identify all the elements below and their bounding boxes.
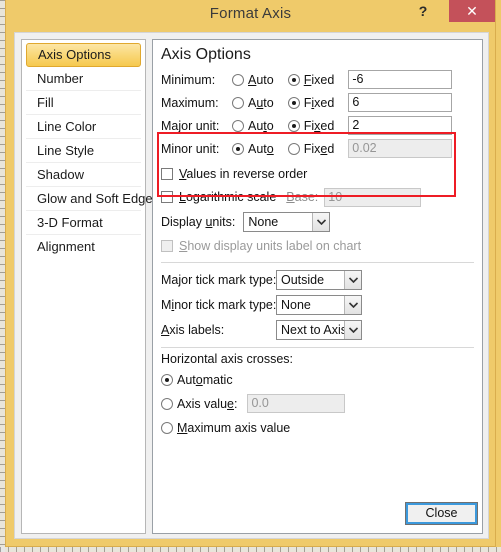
- row-values-reverse-order[interactable]: Values in reverse order: [161, 163, 474, 185]
- logarithmic-scale-checkbox[interactable]: [161, 191, 173, 203]
- minimum-auto-label[interactable]: Auto: [248, 73, 274, 87]
- sidebar-item-number[interactable]: Number: [26, 67, 141, 91]
- close-window-button[interactable]: ✕: [449, 0, 495, 22]
- minor-unit-value-input[interactable]: 0.02: [348, 139, 453, 158]
- row-major-tick-mark-type: Major tick mark type: Outside: [161, 267, 474, 292]
- minimum-fixed-label[interactable]: Fixed: [304, 73, 335, 87]
- row-major-unit: Major unit: Auto Fixed 2: [161, 114, 474, 137]
- crosses-maximum-axis-value-label[interactable]: Maximum axis value: [177, 421, 290, 435]
- major-unit-auto-radio[interactable]: [232, 119, 244, 132]
- close-button[interactable]: Close: [405, 502, 478, 525]
- major-unit-auto-label[interactable]: Auto: [248, 119, 274, 133]
- maximum-auto-radio[interactable]: [232, 96, 244, 109]
- maximum-value-input[interactable]: 6: [348, 93, 453, 112]
- chevron-down-icon: [344, 295, 361, 314]
- minimum-label: Minimum:: [161, 72, 216, 87]
- minor-unit-auto-label[interactable]: Auto: [248, 142, 274, 156]
- axis-labels-select[interactable]: Next to Axis: [276, 319, 362, 340]
- crosses-axis-value-radio[interactable]: [161, 397, 173, 410]
- dialog-footer: Close: [15, 494, 488, 538]
- divider-2: [161, 347, 474, 348]
- chevron-down-icon: [344, 320, 361, 339]
- help-button[interactable]: ?: [412, 0, 434, 22]
- show-display-units-checkbox: [161, 239, 173, 252]
- axis-options-pane: Axis Options Minimum: Auto Fixed -6 Maxi…: [152, 39, 483, 534]
- sidebar-item-glow-and-soft-edges[interactable]: Glow and Soft Edges: [26, 187, 159, 211]
- minor-unit-fixed-label[interactable]: Fixed: [304, 142, 335, 156]
- row-minor-tick-mark-type: Minor tick mark type: None: [161, 292, 474, 317]
- crosses-maximum-axis-value-radio[interactable]: [161, 421, 173, 434]
- log-base-label: Base:: [286, 190, 319, 204]
- major-unit-label: Major unit:: [161, 118, 220, 133]
- maximum-label: Maximum:: [161, 95, 219, 110]
- sidebar-item-line-style[interactable]: Line Style: [26, 139, 141, 163]
- logarithmic-scale-label[interactable]: Logarithmic scale: [179, 190, 276, 204]
- values-reverse-order-checkbox[interactable]: [161, 168, 173, 180]
- row-crosses-maximum-axis-value: Maximum axis value: [161, 416, 474, 439]
- log-base-input[interactable]: 10: [324, 187, 422, 207]
- crosses-automatic-label[interactable]: Automatic: [177, 373, 233, 387]
- row-display-units: Display units: None: [161, 209, 474, 234]
- sidebar-item-3d-format[interactable]: 3-D Format: [26, 211, 141, 235]
- minor-unit-auto-radio[interactable]: [232, 142, 244, 155]
- maximum-fixed-radio[interactable]: [287, 96, 300, 109]
- sidebar-item-alignment[interactable]: Alignment: [26, 235, 141, 259]
- pane-content: Minimum: Auto Fixed -6 Maximum: Auto Fix…: [153, 68, 482, 439]
- crosses-axis-value-input[interactable]: 0.0: [247, 394, 346, 413]
- format-axis-dialog: Format Axis ? ✕ Axis Options Number Fill…: [5, 0, 496, 547]
- category-sidebar: Axis Options Number Fill Line Color Line…: [21, 39, 159, 534]
- row-show-display-units-label: Show display units label on chart: [161, 234, 474, 257]
- minor-unit-fixed-radio[interactable]: [287, 142, 300, 155]
- desktop-background-bottom: [0, 547, 501, 552]
- crosses-axis-value-label[interactable]: Axis value:: [177, 397, 237, 411]
- minor-tick-label: Minor tick mark type:: [161, 297, 277, 312]
- row-logarithmic-scale: Logarithmic scale Base: 10: [161, 185, 474, 209]
- row-maximum: Maximum: Auto Fixed 6: [161, 91, 474, 114]
- sidebar-item-shadow[interactable]: Shadow: [26, 163, 141, 187]
- sidebar-item-fill[interactable]: Fill: [26, 91, 141, 115]
- axis-labels-value: Next to Axis: [281, 322, 344, 337]
- major-tick-select[interactable]: Outside: [276, 269, 362, 290]
- minimum-value-input[interactable]: -6: [348, 70, 453, 89]
- sidebar-item-line-color[interactable]: Line Color: [26, 115, 141, 139]
- title-bar: Format Axis ? ✕: [6, 0, 495, 30]
- minor-tick-select[interactable]: None: [276, 294, 362, 315]
- show-display-units-label: Show display units label on chart: [179, 238, 362, 253]
- minimum-fixed-radio[interactable]: [287, 73, 300, 86]
- display-units-value: None: [248, 214, 279, 229]
- sidebar-item-axis-options[interactable]: Axis Options: [26, 43, 141, 67]
- minimum-auto-radio[interactable]: [232, 73, 244, 86]
- major-tick-label: Major tick mark type:: [161, 272, 277, 287]
- divider-1: [161, 262, 474, 263]
- display-units-label: Display units:: [161, 214, 236, 229]
- maximum-auto-label[interactable]: Auto: [248, 96, 274, 110]
- major-unit-fixed-radio[interactable]: [287, 119, 300, 132]
- row-axis-labels: Axis labels: Next to Axis: [161, 317, 474, 342]
- chevron-down-icon: [344, 270, 361, 289]
- minor-unit-label: Minor unit:: [161, 141, 220, 156]
- chevron-down-icon: [312, 212, 330, 231]
- pane-title: Axis Options: [161, 46, 251, 63]
- values-reverse-order-label[interactable]: Values in reverse order: [179, 167, 307, 181]
- display-units-select[interactable]: None: [243, 211, 331, 232]
- major-unit-fixed-label[interactable]: Fixed: [304, 119, 335, 133]
- horizontal-axis-crosses-heading: Horizontal axis crosses:: [161, 352, 293, 366]
- axis-labels-label: Axis labels:: [161, 322, 225, 337]
- row-crosses-automatic: Automatic: [161, 368, 474, 391]
- crosses-automatic-radio[interactable]: [161, 373, 173, 386]
- dialog-body: Axis Options Number Fill Line Color Line…: [14, 32, 489, 539]
- row-minor-unit: Minor unit: Auto Fixed 0.02: [161, 137, 474, 160]
- minor-tick-value: None: [281, 297, 311, 312]
- row-minimum: Minimum: Auto Fixed -6: [161, 68, 474, 91]
- major-unit-value-input[interactable]: 2: [348, 116, 453, 135]
- row-crosses-axis-value: Axis value: 0.0: [161, 391, 474, 416]
- maximum-fixed-label[interactable]: Fixed: [304, 96, 335, 110]
- major-tick-value: Outside: [281, 272, 325, 287]
